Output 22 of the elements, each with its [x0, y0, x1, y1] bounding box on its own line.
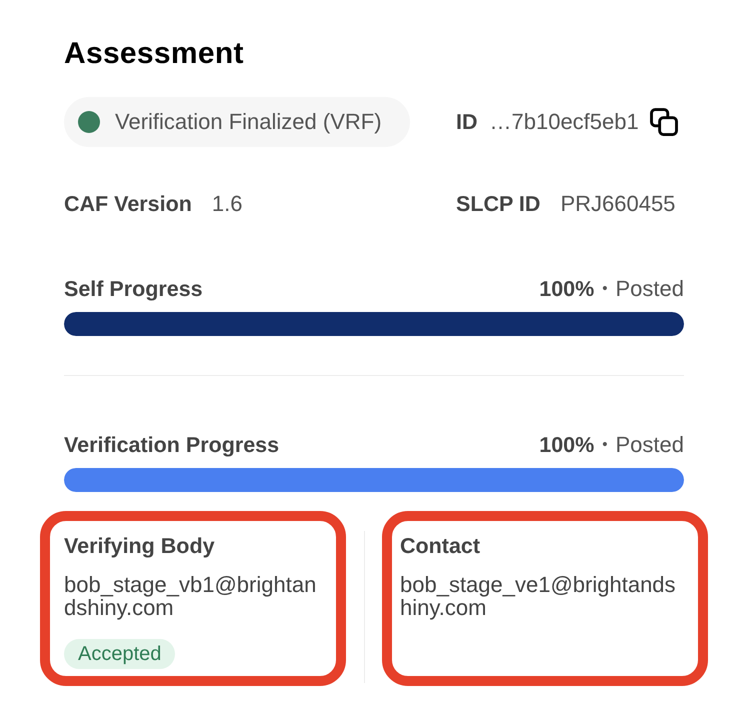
party-label: Contact [400, 534, 482, 558]
progress-label: Self Progress [64, 277, 203, 301]
bullet-separator: • [602, 435, 608, 455]
copy-icon[interactable] [648, 107, 679, 137]
percent-text: 100% [539, 433, 594, 457]
status-text: Verification Finalized (VRF) [115, 110, 382, 134]
email-text: bob_stage_vb1@brightandshiny.com [64, 573, 318, 619]
party-label: Verifying Body [64, 534, 216, 558]
id-value: …7b10ecf5eb1 [490, 110, 639, 134]
field-label: SLCP ID [456, 192, 540, 216]
section-title: Assessment [64, 37, 245, 71]
progress-status-text: Posted [616, 277, 684, 301]
bullet-separator: • [602, 279, 608, 299]
progress-label: Verification Progress [64, 433, 280, 457]
field-value: 1.6 [212, 192, 242, 216]
email-text: bob_stage_ve1@brightandshiny.com [400, 573, 677, 619]
status-badge: Accepted [64, 639, 176, 669]
field-value: PRJ660455 [560, 192, 676, 216]
field-label: CAF Version [64, 192, 192, 216]
progress-status-text: Posted [616, 433, 684, 457]
id-label: ID [456, 110, 478, 134]
percent-text: 100% [539, 277, 594, 301]
